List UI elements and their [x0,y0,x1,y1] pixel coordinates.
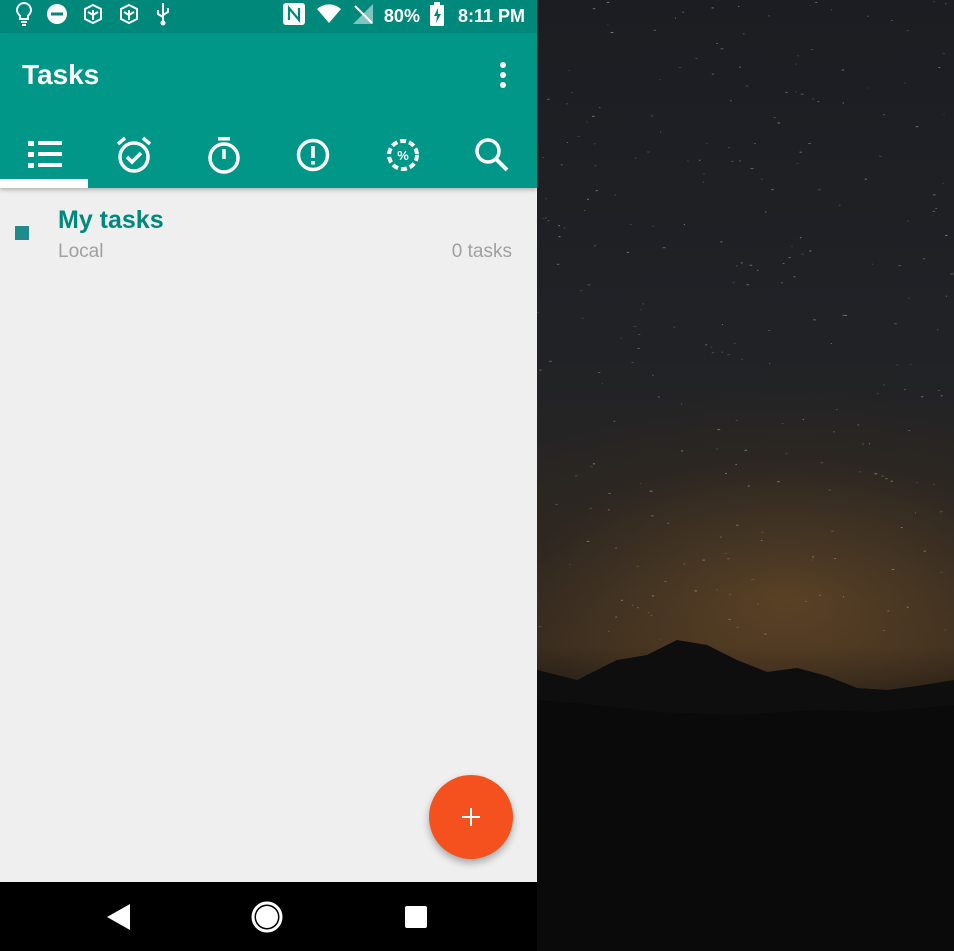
list-account: Local [58,241,104,262]
home-icon [251,901,283,932]
filter-tabs: % [0,121,537,188]
system-nav-bar [0,882,537,951]
tab-lists[interactable] [0,121,90,188]
list-name: My tasks [58,206,164,234]
tab-progress[interactable]: % [358,121,448,188]
app-bar: Tasks % [0,33,537,188]
add-task-button[interactable] [429,775,513,859]
add-icon [462,808,480,826]
list-icon [27,140,62,168]
tab-due[interactable] [90,121,180,188]
search-icon [475,137,509,171]
home-wallpaper [537,0,954,951]
no-signal-icon [352,3,374,30]
wifi-icon [316,4,342,29]
progress-percent-icon: % [386,138,419,171]
recents-icon [405,905,427,928]
timer-icon [208,136,240,174]
night-sky-mountains [537,1,954,951]
recents-button[interactable] [381,882,451,951]
battery-charging-icon [429,2,444,31]
app-icon [118,3,140,30]
list-task-count: 0 tasks [451,241,512,262]
tab-search[interactable] [448,121,538,188]
list-color-swatch [15,226,29,240]
svg-text:%: % [397,148,409,163]
nfc-icon [282,2,306,31]
list-item[interactable]: My tasks Local 0 tasks [0,188,537,278]
battery-level: 80% [383,6,420,26]
status-bar: 80% 8:11 PM [0,0,537,33]
tasks-app: 80% 8:11 PM Tasks % My tasks Local 0 tas… [0,0,537,951]
back-button[interactable] [83,882,153,951]
page-title: Tasks [22,59,100,90]
priority-icon [297,138,330,171]
back-icon [107,903,130,930]
app-icon [82,3,104,30]
do-not-disturb-icon [46,3,68,30]
lightbulb-icon [16,1,32,31]
home-button[interactable] [232,882,302,951]
tab-timer[interactable] [179,121,269,188]
status-clock: 8:11 PM [457,6,525,26]
usb-icon [154,2,172,31]
more-vert-icon[interactable] [488,57,518,93]
selected-tab-indicator [0,179,88,188]
alarm-check-icon [117,136,152,173]
tab-priority[interactable] [269,121,359,188]
